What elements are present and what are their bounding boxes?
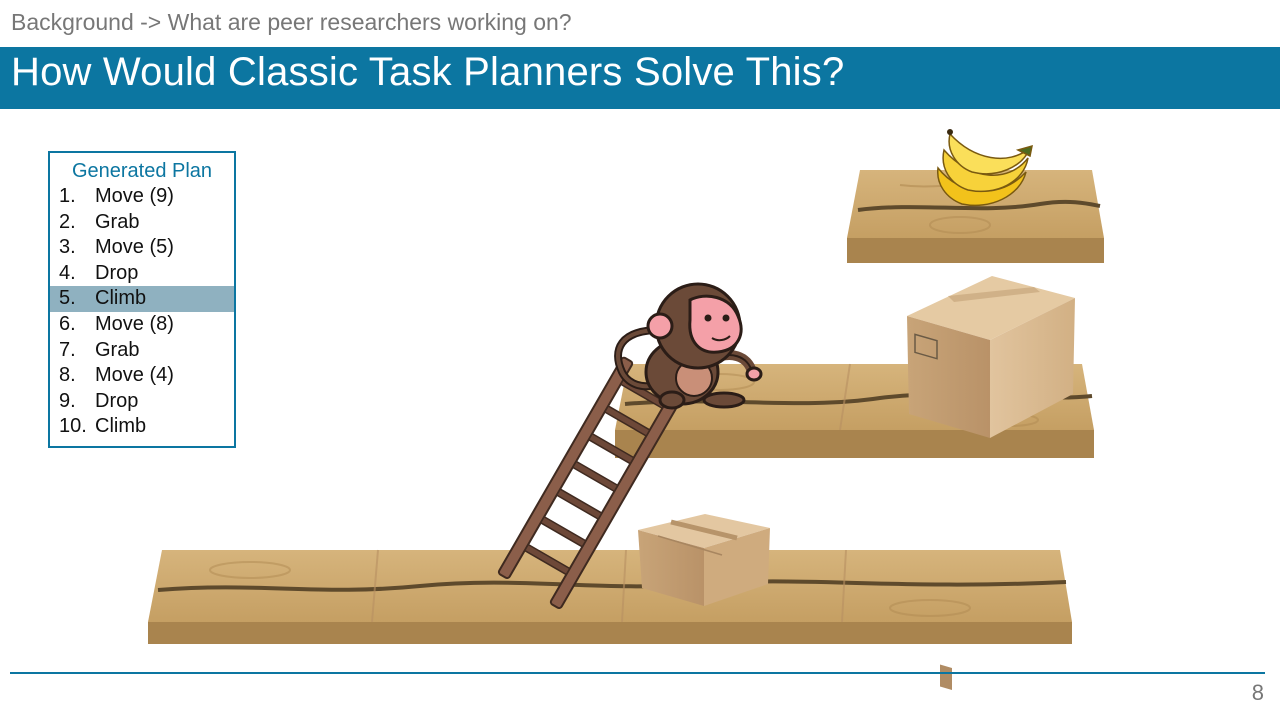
footer-divider — [10, 672, 1265, 674]
page-number: 8 — [1251, 680, 1264, 705]
monkey-banana-scene — [148, 129, 1104, 690]
wooden-platform-floor — [148, 549, 1072, 644]
